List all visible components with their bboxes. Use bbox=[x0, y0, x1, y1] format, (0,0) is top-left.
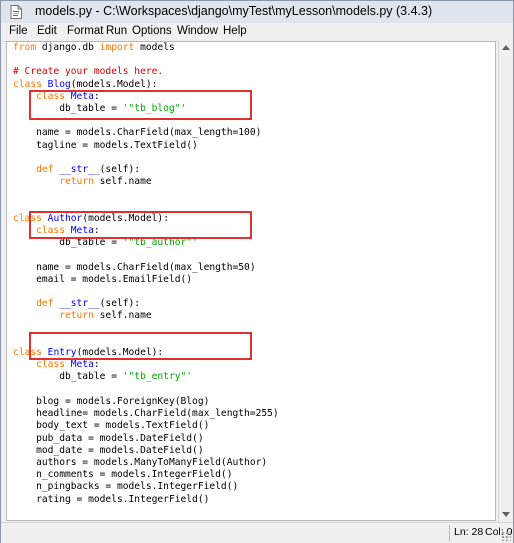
scroll-up-arrow-icon[interactable] bbox=[502, 45, 510, 50]
code-line[interactable]: name = models.CharField(max_length=50) bbox=[13, 262, 256, 273]
vertical-scrollbar[interactable] bbox=[498, 41, 513, 521]
code-line[interactable]: n_comments = models.IntegerField() bbox=[13, 469, 232, 480]
title-bar[interactable]: models.py - C:\Workspaces\django\myTest\… bbox=[1, 1, 513, 23]
code-line[interactable]: db_table = '"tb_entry"' bbox=[13, 371, 192, 382]
code-line[interactable]: blog = models.ForeignKey(Blog) bbox=[13, 396, 209, 407]
code-line[interactable]: db_table = '"tb_blog"' bbox=[13, 103, 186, 114]
menu-file[interactable]: File bbox=[9, 25, 28, 37]
code-line[interactable]: class Meta: bbox=[13, 225, 100, 236]
status-line-number: Ln: 28 bbox=[454, 526, 484, 538]
code-line[interactable]: name = models.CharField(max_length=100) bbox=[13, 127, 261, 138]
code-line[interactable]: mod_date = models.DateField() bbox=[13, 445, 204, 456]
code-line[interactable]: def __str__(self): bbox=[13, 164, 140, 175]
code-line[interactable]: return self.name bbox=[13, 176, 151, 187]
menu-options[interactable]: Options bbox=[132, 25, 172, 37]
code-line[interactable]: authors = models.ManyToManyField(Author) bbox=[13, 457, 267, 468]
menu-edit[interactable]: Edit bbox=[37, 25, 57, 37]
menu-format[interactable]: Format bbox=[67, 25, 103, 37]
code-line[interactable]: # Create your models here. bbox=[13, 66, 163, 77]
code-line[interactable]: tagline = models.TextField() bbox=[13, 140, 198, 151]
code-line[interactable]: rating = models.IntegerField() bbox=[13, 494, 209, 505]
code-line[interactable]: body_text = models.TextField() bbox=[13, 420, 209, 431]
code-line[interactable]: headline= models.CharField(max_length=25… bbox=[13, 408, 279, 419]
code-line[interactable]: class Blog(models.Model): bbox=[13, 79, 157, 90]
code-editor[interactable]: from django.db import models # Create yo… bbox=[6, 41, 496, 521]
scroll-down-arrow-icon[interactable] bbox=[502, 512, 510, 517]
menu-help[interactable]: Help bbox=[223, 25, 247, 37]
code-line[interactable]: n_pingbacks = models.IntegerField() bbox=[13, 481, 238, 492]
status-bar: Ln: 28 Col: 0 bbox=[1, 522, 513, 543]
menu-bar: File Edit Format Run Options Window Help bbox=[1, 23, 513, 42]
code-line[interactable]: class Meta: bbox=[13, 91, 100, 102]
python-file-icon bbox=[10, 5, 22, 19]
code-text[interactable]: from django.db import models # Create yo… bbox=[13, 42, 279, 506]
window-title: models.py - C:\Workspaces\django\myTest\… bbox=[35, 4, 433, 18]
code-line[interactable]: email = models.EmailField() bbox=[13, 274, 192, 285]
status-separator bbox=[449, 525, 450, 541]
menu-window[interactable]: Window bbox=[177, 25, 218, 37]
code-line[interactable]: def __str__(self): bbox=[13, 298, 140, 309]
code-line[interactable]: pub_data = models.DateField() bbox=[13, 433, 204, 444]
code-line[interactable]: return self.name bbox=[13, 310, 151, 321]
code-line[interactable]: class Entry(models.Model): bbox=[13, 347, 163, 358]
menu-run[interactable]: Run bbox=[106, 25, 127, 37]
code-line[interactable]: from django.db import models bbox=[13, 42, 175, 53]
resize-grip-icon[interactable] bbox=[501, 531, 511, 541]
code-line[interactable]: db_table = '"tb_author"' bbox=[13, 237, 198, 248]
idle-editor-window: models.py - C:\Workspaces\django\myTest\… bbox=[0, 0, 514, 543]
code-line[interactable]: class Author(models.Model): bbox=[13, 213, 169, 224]
code-line[interactable]: class Meta: bbox=[13, 359, 100, 370]
